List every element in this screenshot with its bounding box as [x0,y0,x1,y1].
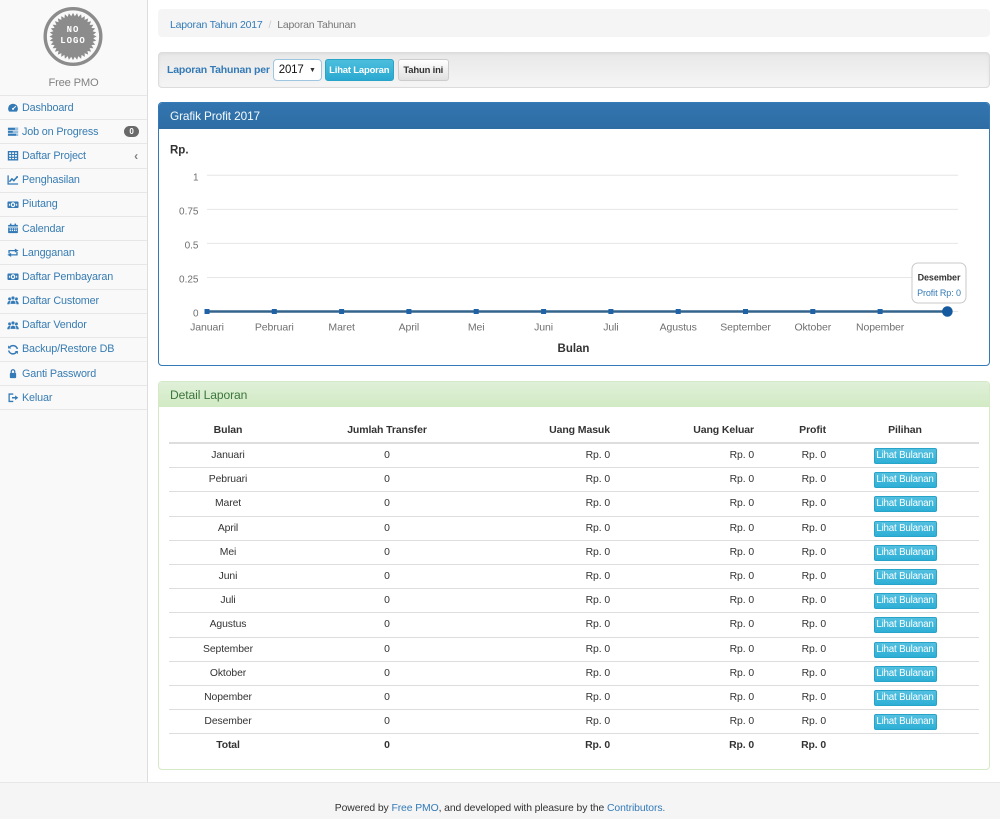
svg-text:April: April [399,322,420,334]
svg-text:Rp.: Rp. [170,145,189,157]
svg-text:LOGO: LOGO [60,36,86,46]
svg-text:Agustus: Agustus [660,322,697,334]
svg-text:Juli: Juli [603,322,618,334]
svg-text:September: September [720,322,771,334]
svg-text:Maret: Maret [328,322,355,334]
svg-text:Pebruari: Pebruari [255,322,294,334]
svg-text:NO: NO [67,25,80,35]
svg-text:Oktober: Oktober [794,322,831,334]
svg-text:Nopember: Nopember [856,322,905,334]
svg-text:0.5: 0.5 [185,240,199,251]
svg-text:Juni: Juni [534,322,553,334]
svg-text:Mei: Mei [468,322,485,334]
svg-text:0.25: 0.25 [179,274,199,285]
svg-text:0: 0 [193,309,199,320]
svg-text:0.75: 0.75 [179,206,199,217]
svg-text:Desember: Desember [918,273,961,283]
svg-text:1: 1 [193,172,199,183]
svg-text:Bulan: Bulan [558,343,590,355]
svg-text:Profit Rp: 0: Profit Rp: 0 [917,288,961,298]
svg-text:Januari: Januari [190,322,224,334]
